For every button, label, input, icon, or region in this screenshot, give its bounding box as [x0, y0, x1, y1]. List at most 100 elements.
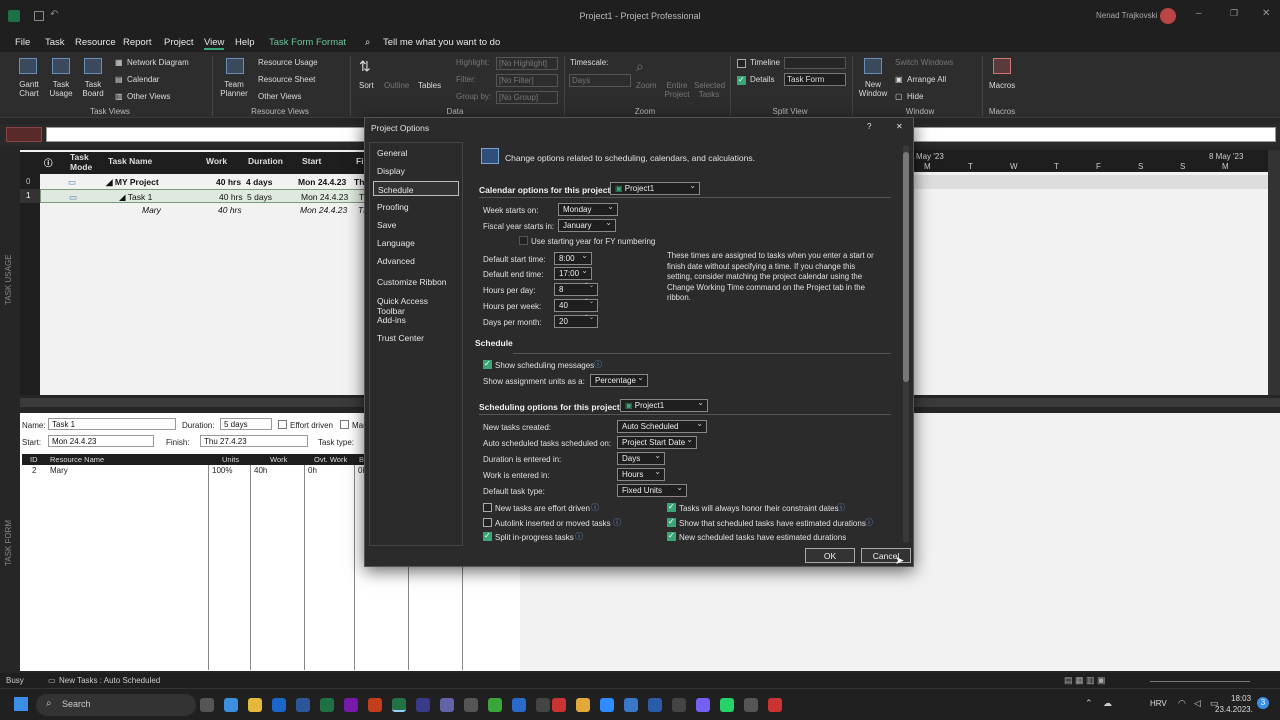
app-icon[interactable] — [744, 698, 758, 712]
timeline-checkbox[interactable] — [737, 59, 746, 68]
app-icon[interactable] — [648, 698, 662, 712]
app-icon[interactable] — [488, 698, 502, 712]
hours-per-week-spinner[interactable]: 40 — [554, 298, 598, 312]
volume-icon[interactable]: ◁ — [1194, 698, 1201, 709]
arrange-all-button[interactable]: Arrange All — [907, 75, 946, 84]
name-field[interactable]: Task 1 — [48, 418, 176, 430]
week-starts-dropdown[interactable]: Monday — [558, 202, 618, 216]
nav-language[interactable]: Language — [373, 235, 459, 250]
default-end-dropdown[interactable]: 17:00 — [554, 266, 592, 280]
nav-display[interactable]: Display — [373, 163, 459, 178]
close-button[interactable]: ✕ — [1262, 8, 1270, 19]
team-planner-button[interactable]: Team Planner — [216, 80, 252, 98]
hours-per-day-spinner[interactable]: 8 — [554, 282, 598, 296]
table-row[interactable]: Mary 40 hrs Mon 24.4.23 Tl — [40, 203, 370, 217]
row-id[interactable]: 0 — [20, 175, 40, 189]
show-scheduling-messages-checkbox[interactable] — [483, 359, 492, 369]
auto-scheduled-dropdown[interactable]: Project Start Date — [617, 435, 697, 449]
file-explorer-icon[interactable] — [576, 698, 590, 712]
chrome-icon[interactable] — [248, 698, 262, 712]
help-button[interactable]: ? — [867, 122, 871, 131]
app-icon[interactable] — [768, 698, 782, 712]
nav-advanced[interactable]: Advanced — [373, 253, 459, 268]
gantt-chart-button[interactable]: Gantt Chart — [14, 80, 44, 98]
nav-customize-ribbon[interactable]: Customize Ribbon — [373, 274, 459, 289]
fy-numbering-checkbox[interactable] — [519, 236, 528, 245]
app-icon[interactable] — [624, 698, 638, 712]
other-views-button[interactable]: Other Views — [127, 92, 170, 101]
vertical-scrollbar[interactable] — [1268, 150, 1280, 395]
dialog-scrollbar-thumb[interactable] — [903, 152, 909, 382]
scheduling-project-dropdown[interactable]: ▣ Project1 — [620, 398, 708, 412]
tab-resource[interactable]: Resource — [75, 37, 116, 48]
tab-project[interactable]: Project — [164, 37, 194, 48]
duration-entered-dropdown[interactable]: Days — [617, 451, 665, 465]
resource-usage-button[interactable]: Resource Usage — [258, 58, 318, 67]
task-usage-button[interactable]: Task Usage — [46, 80, 76, 98]
minimize-button[interactable]: – — [1196, 8, 1202, 19]
onenote-icon[interactable] — [344, 698, 358, 712]
tables-button[interactable]: Tables — [418, 81, 441, 90]
new-estimated-checkbox[interactable] — [667, 531, 676, 541]
chevron-up-icon[interactable]: ⌃ — [1085, 698, 1093, 709]
entire-project-button[interactable]: Entire Project — [664, 81, 690, 99]
sort-button[interactable]: Sort — [359, 81, 374, 90]
tell-me-search[interactable]: Tell me what you want to do — [383, 37, 500, 48]
save-icon[interactable] — [34, 11, 44, 21]
row-id[interactable]: 1 — [20, 189, 40, 203]
nav-quick-access-toolbar[interactable]: Quick Access Toolbar — [373, 293, 459, 316]
search-box[interactable]: ⌕ Search — [36, 694, 196, 716]
table-row[interactable]: ▭ ◢ Task 1 40 hrs 5 days Mon 24.4.23 Tl — [40, 189, 370, 203]
finish-field[interactable]: Thu 27.4.23 — [200, 435, 308, 447]
network-diagram-button[interactable]: Network Diagram — [127, 58, 189, 67]
manual-checkbox[interactable] — [340, 420, 349, 429]
maximize-button[interactable]: ❐ — [1230, 8, 1238, 19]
calendar-button[interactable]: Calendar — [127, 75, 159, 84]
group-by-dropdown[interactable]: [No Group] — [496, 91, 558, 104]
nav-proofing[interactable]: Proofing — [373, 199, 459, 214]
task-view-icon[interactable] — [200, 698, 214, 712]
filter-dropdown[interactable]: [No Filter] — [496, 74, 558, 87]
timeline-scrollbar[interactable] — [912, 398, 1280, 407]
col-start[interactable]: Start — [302, 156, 321, 166]
hide-button[interactable]: Hide — [907, 92, 923, 101]
visio-icon[interactable] — [416, 698, 430, 712]
days-per-month-spinner[interactable]: 20 — [554, 314, 598, 328]
details-dropdown[interactable]: Task Form — [784, 73, 846, 86]
language-indicator[interactable]: HRV — [1150, 699, 1167, 708]
clock-time[interactable]: 18:03 — [1231, 694, 1251, 703]
selected-tasks-button[interactable]: Selected Tasks — [694, 81, 725, 99]
nav-trust-center[interactable]: Trust Center — [373, 330, 459, 345]
viber-icon[interactable] — [696, 698, 710, 712]
zoom-slider[interactable] — [1150, 681, 1250, 682]
tab-report[interactable]: Report — [123, 37, 152, 48]
col-finish[interactable]: Fi — [356, 156, 364, 166]
start-field[interactable]: Mon 24.4.23 — [48, 435, 154, 447]
task-board-button[interactable]: Task Board — [78, 80, 108, 98]
clock-date[interactable]: 23.4.2023. — [1215, 705, 1253, 714]
autolink-checkbox[interactable] — [483, 518, 492, 527]
honor-constraints-checkbox[interactable] — [667, 502, 676, 512]
ok-button[interactable]: OK — [805, 548, 855, 563]
tab-view[interactable]: View — [204, 37, 225, 50]
project-icon[interactable] — [392, 698, 406, 712]
highlight-dropdown[interactable]: [No Highlight] — [496, 57, 558, 70]
zoom-button[interactable]: Zoom — [636, 81, 656, 90]
whatsapp-icon[interactable] — [720, 698, 734, 712]
user-name[interactable]: Nenad Trajkovski — [1096, 11, 1157, 20]
cloud-icon[interactable]: ☁ — [1103, 698, 1112, 709]
split-in-progress-checkbox[interactable] — [483, 531, 492, 541]
new-tasks-status[interactable]: New Tasks : Auto Scheduled — [59, 676, 160, 685]
outlook-icon[interactable] — [272, 698, 286, 712]
app-icon[interactable] — [512, 698, 526, 712]
col-task-mode[interactable]: Task Mode — [70, 152, 100, 172]
show-estimated-checkbox[interactable] — [667, 517, 676, 527]
default-start-dropdown[interactable]: 8:00 — [554, 251, 592, 265]
outline-button[interactable]: Outline — [384, 81, 409, 90]
macros-button[interactable]: Macros — [989, 81, 1015, 90]
settings-icon[interactable] — [536, 698, 550, 712]
col-work[interactable]: Work — [206, 156, 227, 166]
default-task-type-dropdown[interactable]: Fixed Units — [617, 483, 687, 497]
teams-icon[interactable] — [440, 698, 454, 712]
grid-scrollbar[interactable] — [20, 398, 365, 407]
